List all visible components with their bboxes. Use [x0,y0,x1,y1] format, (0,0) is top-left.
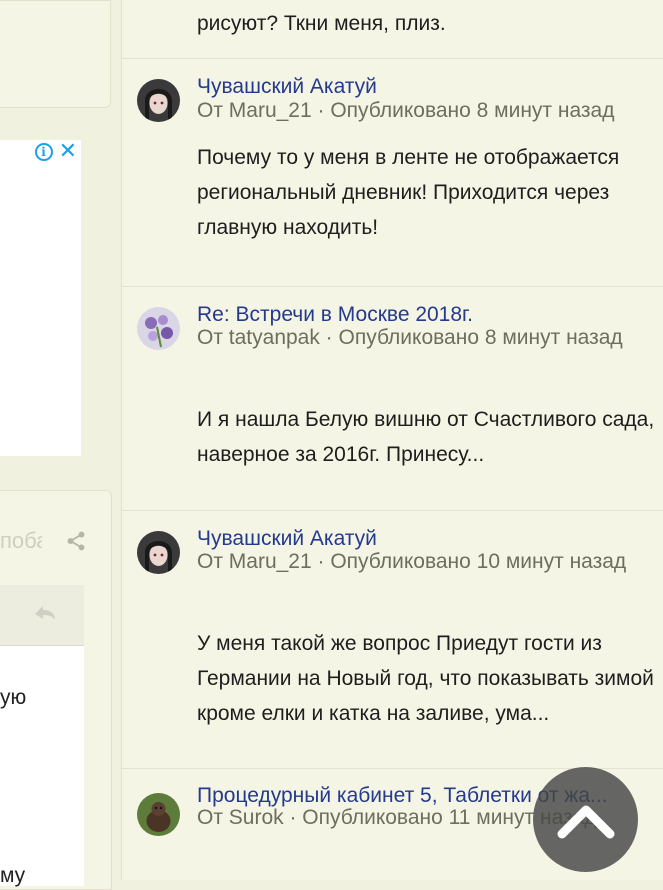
ad-controls: i ✕ [34,141,77,163]
reply-icon[interactable] [33,602,57,624]
ad-close-icon[interactable]: ✕ [59,141,77,163]
feed-item-meta: От Maru_21 · Опубликовано 8 минут назад [197,99,615,122]
feed-divider [122,58,663,59]
left-card-top [0,0,111,108]
feed-item-excerpt: У меня такой же вопрос Приедут гости из … [197,632,654,725]
feed-divider [122,286,663,287]
user-avatar[interactable] [137,793,180,836]
chevron-up-icon [557,805,614,838]
user-avatar[interactable] [137,79,180,122]
ad-info-icon[interactable]: i [34,143,53,161]
feed-item-excerpt: Почему то у меня в ленте не отображается… [197,146,620,239]
feed-item-excerpt: И я нашла Белую вишню от Счастливого сад… [197,408,655,466]
user-avatar[interactable] [137,307,180,350]
scroll-to-top-button[interactable] [533,767,638,872]
feed-divider [122,510,663,511]
feed-item-meta: От tatyanpak · Опубликовано 8 минут наза… [197,326,623,349]
previous-item-excerpt: рисуют? Ткни меня, плиз. [197,12,446,35]
comment-text-fragment-2: му [0,864,26,887]
feed-item-meta: От Maru_21 · Опубликовано 10 минут назад [197,550,627,573]
comment-body: ую му [0,646,84,887]
share-icon[interactable] [65,530,87,552]
ad-banner[interactable]: i ✕ [0,140,81,456]
user-avatar[interactable] [137,531,180,574]
comment-text-fragment: ую [0,686,27,709]
activity-feed: рисуют? Ткни меня, плиз. Чувашский Акату… [121,0,663,880]
report-link[interactable]: поба [0,528,42,554]
